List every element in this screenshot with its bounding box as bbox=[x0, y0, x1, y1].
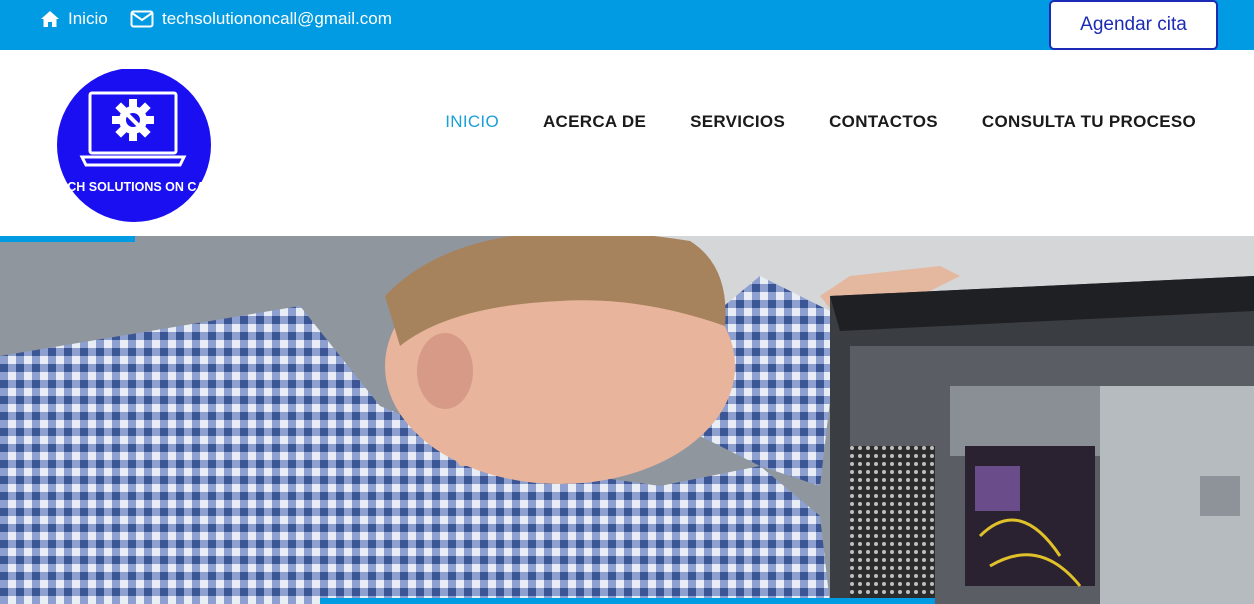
hero-image bbox=[0, 236, 1254, 604]
top-bar: Inicio techsolutiononcall@gmail.com Agen… bbox=[0, 0, 1254, 50]
site-header: TECH SOLUTIONS ON CALL INICIO ACERCA DE … bbox=[0, 50, 1254, 236]
email-link[interactable]: techsolutiononcall@gmail.com bbox=[130, 9, 392, 29]
email-link-label: techsolutiononcall@gmail.com bbox=[162, 9, 392, 28]
home-link-label: Inicio bbox=[68, 9, 108, 28]
nav-inicio[interactable]: INICIO bbox=[445, 112, 499, 132]
hero-accent-bar bbox=[320, 598, 935, 604]
nav-contactos[interactable]: CONTACTOS bbox=[829, 112, 938, 132]
header-accent-bar bbox=[0, 236, 135, 242]
home-link[interactable]: Inicio bbox=[40, 9, 108, 29]
technician-repairing-computer-image bbox=[0, 236, 1254, 604]
logo-text: TECH SOLUTIONS ON CALL bbox=[54, 180, 218, 194]
main-nav: INICIO ACERCA DE SERVICIOS CONTACTOS CON… bbox=[401, 112, 1196, 132]
agendar-cita-button[interactable]: Agendar cita bbox=[1049, 0, 1218, 50]
nav-acerca-de[interactable]: ACERCA DE bbox=[543, 112, 646, 132]
envelope-icon bbox=[130, 10, 154, 28]
nav-consulta-tu-proceso[interactable]: CONSULTA TU PROCESO bbox=[982, 112, 1196, 132]
nav-servicios[interactable]: SERVICIOS bbox=[690, 112, 785, 132]
home-icon bbox=[41, 11, 59, 27]
company-logo[interactable]: TECH SOLUTIONS ON CALL bbox=[54, 69, 218, 225]
